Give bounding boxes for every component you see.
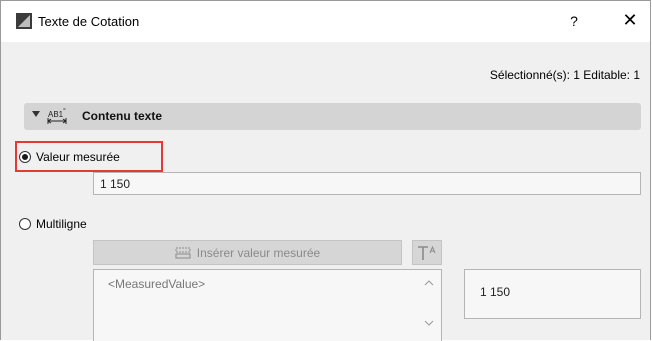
- dimension-text-icon: AB1 °: [47, 107, 67, 124]
- text-size-icon: [418, 245, 436, 260]
- dialog-window: Texte de Cotation ? ✕ Sélectionné(s): 1 …: [0, 0, 651, 341]
- radio-measured-value[interactable]: Valeur mesurée: [19, 150, 120, 164]
- scroll-down-icon[interactable]: [424, 320, 434, 326]
- multiline-text-area[interactable]: <MeasuredValue>: [93, 269, 442, 341]
- radio-label-multiline: Multiligne: [36, 217, 87, 231]
- multiline-text-content: <MeasuredValue>: [108, 277, 206, 291]
- window-title: Texte de Cotation: [38, 14, 140, 29]
- selection-info: Sélectionné(s): 1 Editable: 1: [489, 68, 640, 82]
- chevron-down-icon: [32, 111, 40, 117]
- insert-value-icon: [175, 247, 191, 258]
- insert-button-label: Insérer valeur mesurée: [196, 245, 321, 260]
- preview-field: 1 150: [464, 269, 641, 319]
- section-header-text-content[interactable]: AB1 ° Contenu texte: [24, 103, 641, 130]
- radio-button-checked[interactable]: [19, 151, 31, 163]
- radio-multiline[interactable]: Multiligne: [19, 217, 87, 231]
- text-style-button[interactable]: [412, 240, 442, 265]
- preview-value: 1 150: [480, 285, 511, 299]
- help-button[interactable]: ?: [561, 9, 587, 33]
- radio-button-unchecked[interactable]: [19, 218, 31, 230]
- scroll-up-icon[interactable]: [424, 280, 434, 286]
- app-icon: [16, 13, 32, 29]
- radio-label-measured-value: Valeur mesurée: [36, 150, 120, 164]
- section-title: Contenu texte: [82, 109, 163, 123]
- title-bar: Texte de Cotation ? ✕: [1, 1, 650, 42]
- svg-text:AB1: AB1: [48, 110, 64, 119]
- svg-text:°: °: [63, 107, 66, 115]
- insert-measured-value-button[interactable]: Insérer valeur mesurée: [93, 240, 402, 265]
- measured-value-field[interactable]: 1 150: [93, 172, 641, 195]
- close-button[interactable]: ✕: [617, 9, 643, 33]
